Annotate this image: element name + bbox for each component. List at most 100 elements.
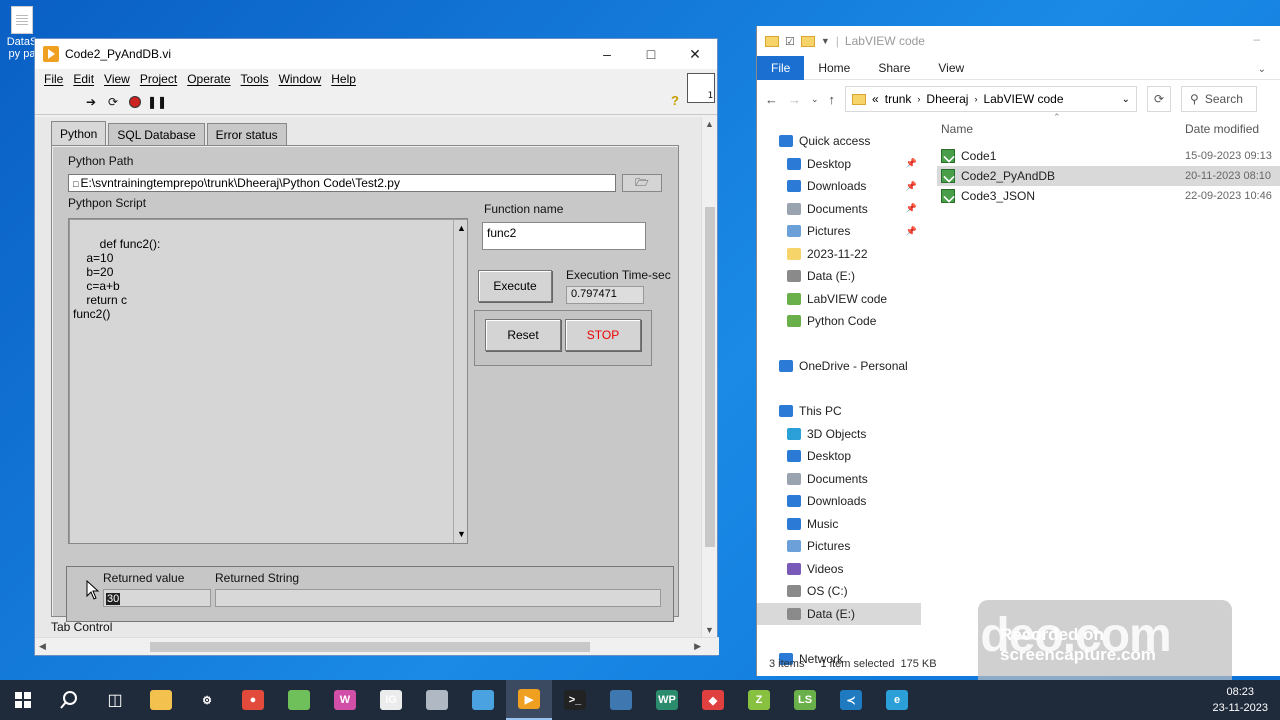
- returned-string-indicator[interactable]: [215, 589, 661, 607]
- address-bar[interactable]: « trunk › Dheeraj › LabVIEW code ⌄: [845, 86, 1138, 112]
- ribbon-tab-home[interactable]: Home: [804, 56, 864, 80]
- minimize-button[interactable]: –: [1253, 32, 1260, 46]
- taskbar-app[interactable]: WP: [644, 680, 690, 720]
- taskbar-app[interactable]: >_: [552, 680, 598, 720]
- nav-item[interactable]: Desktop 📌: [757, 153, 921, 176]
- tab-error-status[interactable]: Error status: [206, 123, 287, 145]
- nav-item[interactable]: Downloads 📌: [757, 175, 921, 198]
- up-arrow-icon[interactable]: ↑: [829, 92, 836, 107]
- horizontal-scroll-thumb[interactable]: [150, 642, 590, 652]
- stop-button[interactable]: STOP: [565, 319, 641, 351]
- menu-project[interactable]: Project: [135, 72, 182, 86]
- tab-sql-database[interactable]: SQL Database: [108, 123, 205, 145]
- browse-folder-button[interactable]: 🗁: [622, 174, 662, 192]
- connector-pane-icon[interactable]: 1: [687, 73, 715, 103]
- script-scrollbar[interactable]: ▲ ▼: [453, 219, 467, 543]
- vertical-scroll-thumb[interactable]: [705, 207, 715, 547]
- nav-item[interactable]: OneDrive - Personal: [757, 355, 921, 378]
- taskbar-app[interactable]: ▶: [506, 680, 552, 720]
- back-arrow-icon[interactable]: ←: [765, 92, 778, 107]
- taskbar-app[interactable]: ≺: [828, 680, 874, 720]
- scroll-right-icon[interactable]: ▶: [694, 641, 701, 652]
- task-view-button[interactable]: ◫: [92, 680, 138, 720]
- new-folder-icon[interactable]: [800, 35, 815, 47]
- forward-arrow-icon[interactable]: →: [788, 92, 801, 107]
- taskbar-app[interactable]: W: [322, 680, 368, 720]
- nav-item[interactable]: Desktop: [757, 445, 921, 468]
- returned-value-indicator[interactable]: 30: [103, 589, 211, 607]
- scroll-up-icon[interactable]: ▲: [705, 119, 714, 129]
- nav-item[interactable]: 2023-11-22: [757, 243, 921, 266]
- nav-item[interactable]: Pictures 📌: [757, 220, 921, 243]
- nav-item[interactable]: Data (E:): [757, 265, 921, 288]
- minimize-button[interactable]: –: [585, 39, 629, 69]
- quick-access-dropdown-icon[interactable]: ▼: [821, 36, 830, 46]
- scroll-left-icon[interactable]: ◀: [39, 641, 46, 652]
- taskbar-app[interactable]: ●: [230, 680, 276, 720]
- ribbon-tab-file[interactable]: File: [757, 55, 805, 80]
- taskbar-app[interactable]: [598, 680, 644, 720]
- nav-item[interactable]: Music: [757, 513, 921, 536]
- menu-window[interactable]: Window: [274, 72, 327, 86]
- breadcrumb-trunk[interactable]: trunk: [885, 92, 912, 106]
- taskbar-app[interactable]: e: [874, 680, 920, 720]
- nav-item[interactable]: 3D Objects: [757, 423, 921, 446]
- python-path-field[interactable]: □ E:\svntrainingtemprepo\trunk\Dheeraj\Py…: [68, 174, 616, 192]
- taskbar-app[interactable]: [276, 680, 322, 720]
- scroll-up-icon[interactable]: ▲: [457, 221, 466, 235]
- pause-icon[interactable]: ❚❚: [147, 94, 167, 110]
- nav-item[interactable]: LabVIEW code: [757, 288, 921, 311]
- run-arrow-icon[interactable]: ➔: [83, 94, 99, 110]
- nav-item[interactable]: OS (C:): [757, 580, 921, 603]
- search-input[interactable]: ⚲ Search: [1181, 86, 1258, 112]
- context-help-icon[interactable]: ?: [671, 93, 679, 108]
- nav-item[interactable]: Videos: [757, 558, 921, 581]
- taskbar-app[interactable]: ⚙: [184, 680, 230, 720]
- search-button[interactable]: [46, 680, 92, 720]
- taskbar-app[interactable]: ◆: [690, 680, 736, 720]
- menu-help[interactable]: Help: [326, 72, 361, 86]
- abort-icon[interactable]: [127, 94, 143, 110]
- taskbar-app[interactable]: Z: [736, 680, 782, 720]
- nav-item[interactable]: Quick access: [757, 130, 921, 153]
- file-row-code3[interactable]: Code3_JSON 22-09-2023 10:46: [937, 186, 1280, 206]
- run-continuously-icon[interactable]: ⟳: [105, 94, 121, 110]
- panel-vertical-scrollbar[interactable]: ▲ ▼: [701, 117, 717, 637]
- breadcrumb-dheeraj[interactable]: Dheeraj: [926, 92, 968, 106]
- system-clock[interactable]: 08:23 23-11-2023: [1213, 684, 1268, 716]
- column-header-name[interactable]: Name: [941, 122, 973, 136]
- menu-edit[interactable]: Edit: [68, 72, 99, 86]
- file-row-code1[interactable]: Code1 15-09-2023 09:13: [937, 146, 1280, 166]
- taskbar-app[interactable]: IG: [368, 680, 414, 720]
- expand-ribbon-icon[interactable]: ⌄: [1258, 64, 1266, 75]
- function-name-field[interactable]: func2: [482, 222, 646, 250]
- maximize-button[interactable]: □: [629, 39, 673, 69]
- execute-button[interactable]: Execute: [478, 270, 552, 302]
- nav-item[interactable]: This PC: [757, 400, 921, 423]
- python-script-field[interactable]: def func2(): a=10 b=20 c=a+b return c fu…: [68, 218, 468, 544]
- tab-python[interactable]: Python: [51, 121, 107, 145]
- taskbar-app[interactable]: [414, 680, 460, 720]
- explorer-title-bar[interactable]: ☑ ▼ | LabVIEW code –: [757, 26, 1280, 56]
- file-row-code2[interactable]: Code2_PyAndDB 20-11-2023 08:10: [937, 166, 1280, 186]
- start-button[interactable]: [0, 680, 46, 720]
- close-button[interactable]: ✕: [673, 39, 717, 69]
- scroll-down-icon[interactable]: ▼: [457, 527, 466, 541]
- nav-item[interactable]: Documents: [757, 468, 921, 491]
- ribbon-tab-view[interactable]: View: [924, 56, 978, 80]
- properties-icon[interactable]: ☑: [785, 35, 795, 48]
- title-bar[interactable]: Code2_PyAndDB.vi – □ ✕: [35, 39, 717, 69]
- scroll-down-icon[interactable]: ▼: [705, 625, 714, 635]
- menu-tools[interactable]: Tools: [236, 72, 274, 86]
- nav-item[interactable]: Documents 📌: [757, 198, 921, 221]
- nav-item[interactable]: Data (E:): [757, 602, 921, 625]
- taskbar-app[interactable]: [138, 680, 184, 720]
- ribbon-tab-share[interactable]: Share: [864, 56, 924, 80]
- nav-item[interactable]: Pictures: [757, 535, 921, 558]
- taskbar-app[interactable]: [460, 680, 506, 720]
- menu-file[interactable]: File: [39, 72, 68, 86]
- panel-horizontal-scrollbar[interactable]: ◀ ▶: [35, 637, 719, 655]
- menu-view[interactable]: View: [99, 72, 135, 86]
- menu-operate[interactable]: Operate: [182, 72, 235, 86]
- column-header-date[interactable]: Date modified: [1185, 122, 1259, 136]
